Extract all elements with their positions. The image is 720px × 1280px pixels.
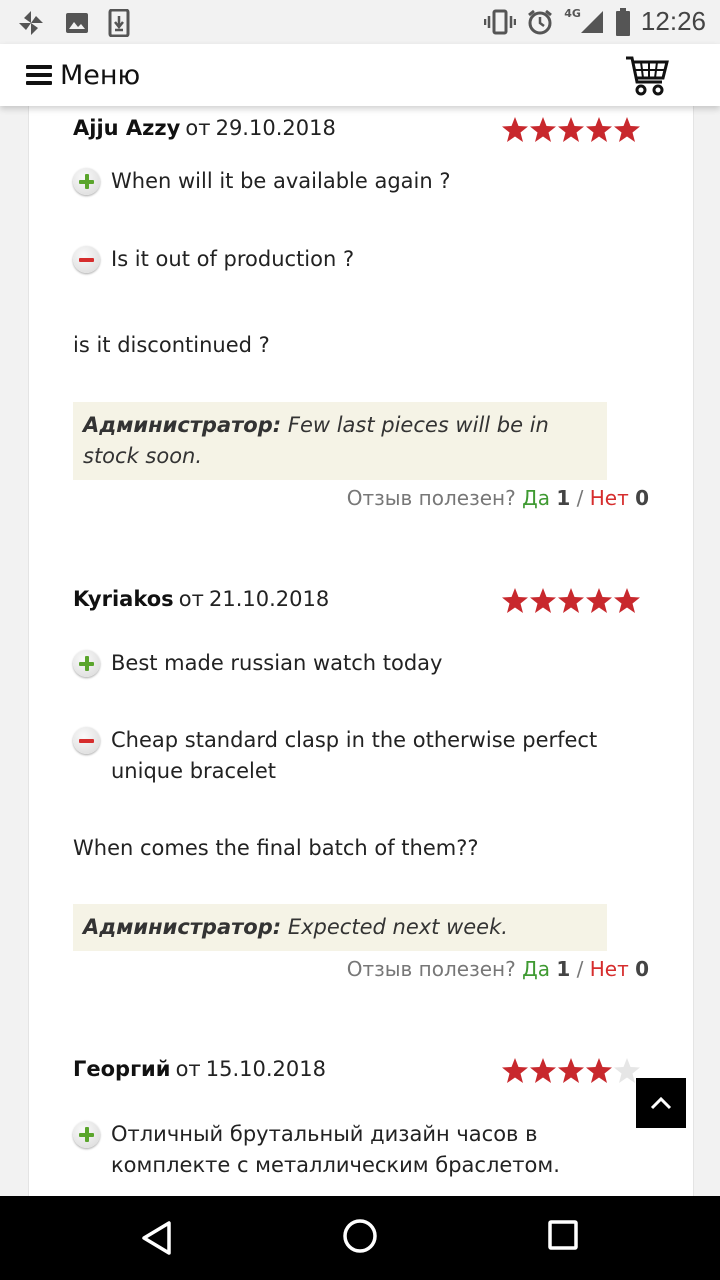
rating-stars [501,1057,641,1085]
review-author: Георгий [73,1057,171,1081]
review-header: Ajju Azzy от 29.10.2018 [73,116,651,148]
useful-no-count: 0 [635,957,649,981]
star-filled-icon [502,588,528,613]
admin-label: Администратор: [83,413,282,437]
admin-reply-text: Expected next week. [287,915,508,939]
download-icon [108,9,130,37]
separator: / [576,957,584,981]
scroll-to-top-button[interactable] [636,1078,686,1128]
admin-reply: Администратор: Few last pieces will be i… [73,402,607,480]
star-filled-icon [614,588,640,613]
useful-no-link[interactable]: Нет [590,486,629,510]
reviews-list: Ajju Azzy от 29.10.2018 When will it be … [28,106,694,1196]
image-icon [66,13,88,33]
signal-icon [580,10,603,33]
pinwheel-icon [19,11,43,35]
star-filled-icon [586,588,612,613]
status-bar: 4G 12:26 [0,0,720,44]
pros-text: Best made russian watch today [111,651,443,675]
star-filled-icon [530,588,556,613]
minus-icon [73,246,100,273]
useful-no-count: 0 [635,486,649,510]
clock: 12:26 [640,6,706,36]
shopping-cart-icon[interactable] [624,52,670,98]
separator: / [576,486,584,510]
star-filled-icon [530,117,556,142]
date-prefix: от [185,116,211,140]
useful-yes-count: 1 [556,486,571,510]
review-date: 29.10.2018 [215,116,336,140]
recent-apps-icon[interactable] [546,1218,580,1252]
plus-icon [73,1121,100,1148]
network-type: 4G [564,7,581,20]
battery-icon [615,7,630,36]
review-author: Ajju Azzy [73,116,181,140]
hamburger-icon [26,65,52,85]
review-comment: is it discontinued ? [73,333,270,357]
useful-no-link[interactable]: Нет [590,957,629,981]
pros-text: When will it be available again ? [111,169,451,193]
vibrate-icon [484,9,517,34]
admin-label: Администратор: [83,915,282,939]
review-pros: When will it be available again ? [73,166,651,197]
chevron-up-icon [650,1096,672,1110]
pros-text: Отличный брутальный дизайн часов в компл… [111,1122,560,1177]
star-filled-icon [502,1058,528,1083]
back-icon[interactable] [138,1218,178,1258]
useful-question: Отзыв полезен? [346,486,516,510]
review-date: 15.10.2018 [205,1057,327,1081]
menu-label: Меню [60,59,141,91]
review-header: Kyriakos от 21.10.2018 [73,587,651,619]
rating-stars [501,116,641,144]
rating-stars [501,587,641,615]
review-useful: Отзыв полезен? Да 1 / Нет 0 [71,486,649,510]
plus-icon [73,650,100,677]
cons-text: Cheap standard clasp in the otherwise pe… [111,728,598,783]
admin-reply: Администратор: Expected next week. [73,904,607,951]
star-filled-icon [558,588,584,613]
useful-yes-link[interactable]: Да [522,486,550,510]
review-item: Георгий от 15.10.2018 [73,1057,651,1089]
star-filled-icon [502,117,528,142]
review-item: Kyriakos от 21.10.2018 [73,587,651,619]
plus-icon [73,168,100,195]
date-prefix: от [178,587,204,611]
review-item: Ajju Azzy от 29.10.2018 [73,116,651,148]
review-author: Kyriakos [73,587,174,611]
review-pros: Отличный брутальный дизайн часов в компл… [73,1119,651,1181]
star-filled-icon [558,117,584,142]
review-pros: Best made russian watch today [73,648,651,679]
useful-yes-link[interactable]: Да [522,957,550,981]
star-filled-icon [586,117,612,142]
review-comment: When comes the final batch of them?? [73,836,479,860]
star-filled-icon [558,1058,584,1083]
review-cons: Is it out of production ? [73,244,651,275]
review-date: 21.10.2018 [208,587,330,611]
review-header: Георгий от 15.10.2018 [73,1057,651,1089]
system-nav-bar [0,1196,720,1280]
useful-yes-count: 1 [556,957,571,981]
alarm-icon [528,9,553,34]
home-icon[interactable] [340,1216,380,1256]
star-filled-icon [586,1058,612,1083]
menu-button[interactable]: Меню [26,56,140,94]
star-filled-icon [530,1058,556,1083]
app-header: Меню [0,44,720,106]
review-cons: Cheap standard clasp in the otherwise pe… [73,725,651,787]
useful-question: Отзыв полезен? [346,957,516,981]
date-prefix: от [175,1057,201,1081]
star-filled-icon [614,117,640,142]
cons-text: Is it out of production ? [111,247,355,271]
minus-icon [73,727,100,754]
review-useful: Отзыв полезен? Да 1 / Нет 0 [71,957,649,981]
